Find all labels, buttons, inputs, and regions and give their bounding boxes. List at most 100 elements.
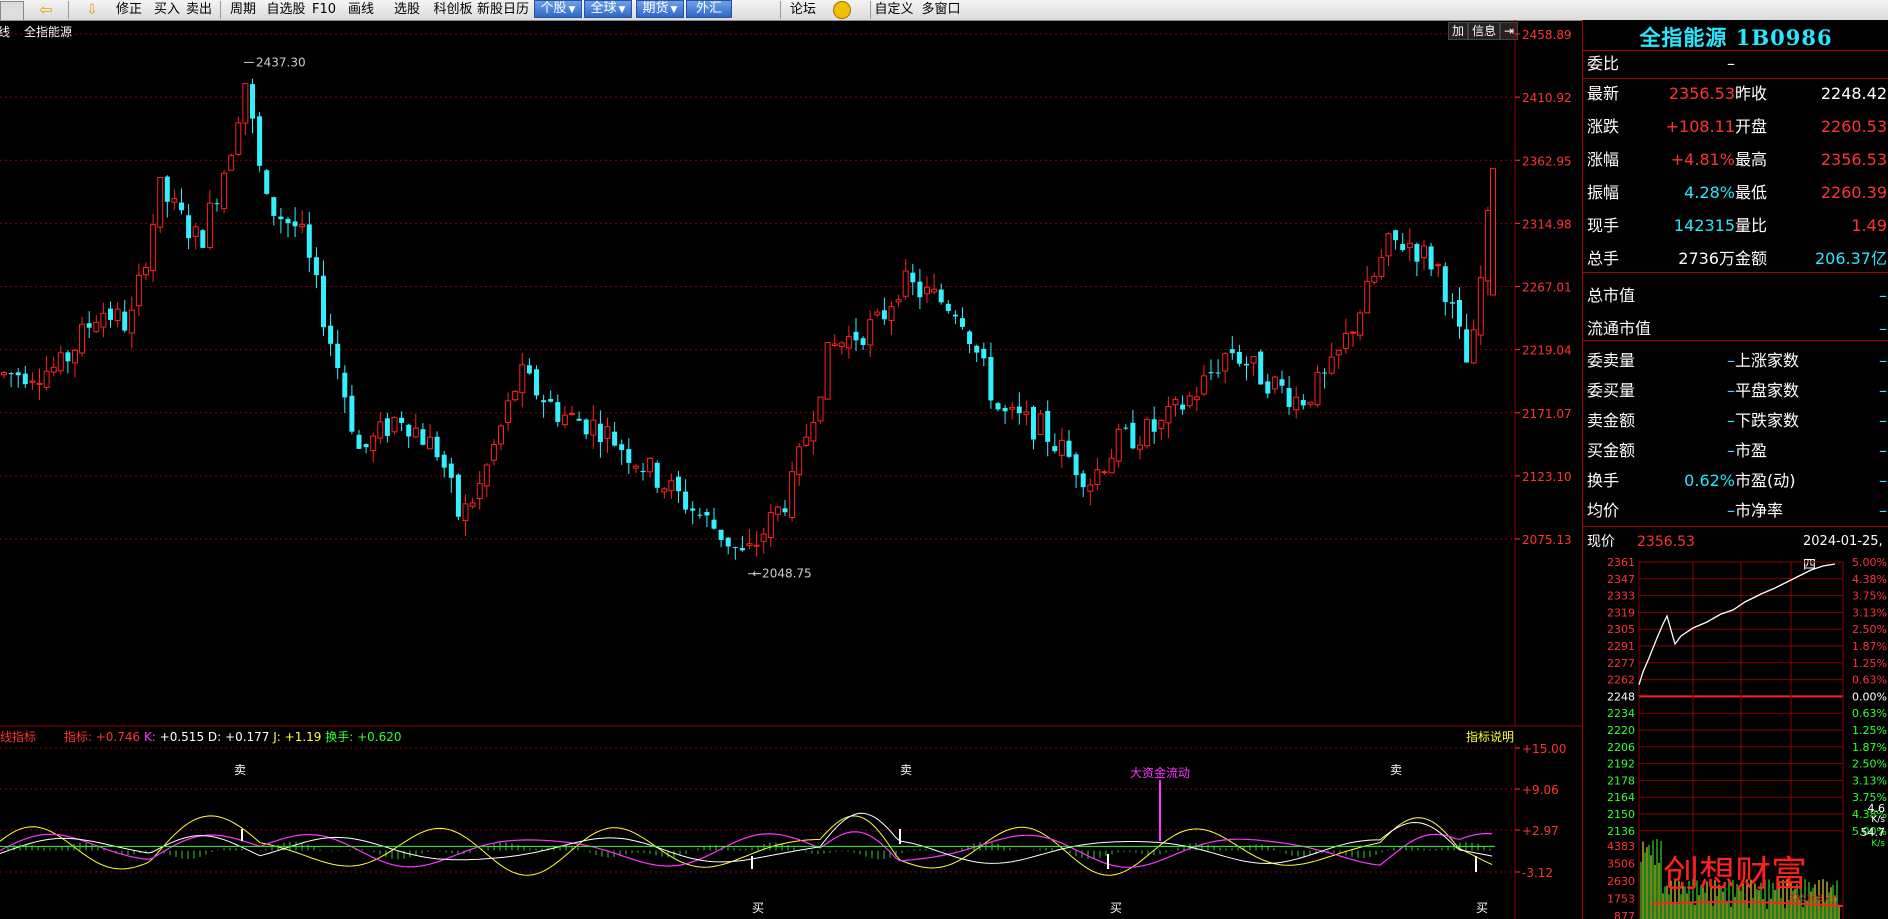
candle-body-up	[1328, 356, 1335, 374]
candle-body-down	[1286, 388, 1292, 407]
indicator-value: +0.515	[159, 730, 208, 744]
candle-body-down	[541, 400, 547, 403]
back-arrow-icon[interactable]: ⇦	[32, 1, 60, 19]
candle-body-down	[200, 230, 206, 248]
indicator-value: +0.177	[225, 730, 274, 744]
quote-value: 142315	[1673, 216, 1735, 235]
toolbar-sell-button[interactable]: 卖出	[184, 1, 214, 19]
mini-right-tick: 2.50%	[1852, 758, 1887, 771]
toolbar-forum-button[interactable]: 论坛	[788, 1, 818, 19]
mini-left-tick: 2361	[1607, 556, 1635, 569]
candle-body-down	[1073, 454, 1079, 476]
candle-body-down	[704, 512, 710, 516]
toolbar-custom-button[interactable]: 自定义	[874, 1, 914, 19]
mini-left-tick: 2164	[1607, 791, 1635, 804]
candle-body-up	[824, 342, 831, 400]
candle-body-up	[1421, 245, 1427, 259]
candle-body-up	[1477, 277, 1484, 336]
candle-body-up	[1385, 233, 1392, 257]
mini-right-tick: 3.75%	[1852, 590, 1887, 603]
down-arrow-icon[interactable]: ⇩	[78, 1, 106, 19]
candle-body-down	[945, 303, 951, 311]
candle-body-up	[604, 426, 611, 439]
candle-body-up	[512, 390, 519, 401]
mini-left-tick: 2206	[1607, 741, 1635, 754]
candle-body-up	[1108, 457, 1115, 474]
candle-body-down	[732, 547, 738, 549]
intraday-chart[interactable]: 2361 5.00% 2347 4.38% 2333 3.75% 2319 3.13% 2305…	[1583, 554, 1888, 919]
stat-value: –	[1879, 441, 1887, 460]
stat-label: 下跌家数	[1735, 411, 1800, 430]
quote-label: 涨幅	[1587, 150, 1620, 169]
y-axis-label: 2410.92	[1522, 91, 1572, 105]
quote-label: 涨跌	[1587, 117, 1620, 136]
y-axis-label: 2123.10	[1522, 470, 1572, 484]
stat-value: –	[1879, 351, 1887, 370]
toolbar-left-button[interactable]	[0, 1, 24, 21]
candle-body-down	[448, 463, 454, 478]
dropdown-futures[interactable]: 期货 ▼	[636, 0, 684, 18]
toolbar-watchlist-button[interactable]: 自选股	[266, 1, 306, 19]
candle-body-down	[1215, 372, 1221, 374]
candle-body-up	[838, 342, 845, 348]
candle-body-up	[895, 299, 902, 303]
candle-body-down	[384, 418, 390, 436]
quote-value: 2356.53	[1820, 150, 1887, 169]
candle-body-down	[250, 84, 255, 119]
candle-body-down	[995, 403, 1001, 410]
watermark-logo: 创想财富	[1663, 854, 1807, 895]
candle-body-down	[441, 454, 447, 468]
indicator-help-link[interactable]: 指标说明	[1466, 728, 1514, 745]
y-axis-label: 2362.95	[1522, 154, 1572, 168]
candle-body-down	[86, 323, 92, 328]
candle-body-up	[483, 464, 490, 487]
candle-body-up	[874, 311, 881, 316]
toolbar-star-market-button[interactable]: 科创板	[432, 1, 474, 19]
candle-body-down	[1151, 419, 1157, 432]
mini-left-tick: 2319	[1607, 606, 1635, 619]
candle-body-down	[860, 338, 866, 345]
candle-body-up	[760, 533, 767, 542]
toolbar-screener-button[interactable]: 选股	[392, 1, 422, 19]
toolbar-draw-button[interactable]: 画线	[346, 1, 376, 19]
candle-body-up	[469, 502, 476, 507]
candle-body-up	[668, 480, 675, 492]
toolbar-ipo-calendar-button[interactable]: 新股日历	[476, 1, 530, 19]
candle-body-up	[235, 122, 242, 155]
candle-body-up	[1009, 406, 1016, 410]
ind-y-axis-label: -3.12	[1522, 866, 1553, 880]
dropdown-global[interactable]: 全球 ▼	[584, 0, 632, 18]
toolbar: ⇦ ⇩ 修正 买入 卖出 周期 自选股 F10 画线 选股 科创板 新股日历 个…	[0, 0, 1888, 21]
toolbar-buy-button[interactable]: 买入	[152, 1, 182, 19]
smiley-icon[interactable]	[826, 1, 858, 19]
candle-body-up	[590, 419, 597, 436]
toolbar-multiwindow-button[interactable]: 多窗口	[920, 1, 962, 19]
indicator-chart[interactable]: +15.00 +9.06 +2.97 -3.12 卖 卖 卖买 买 买 大资金流动	[0, 744, 1582, 919]
candle-body-up	[1172, 399, 1179, 406]
toolbar-period-button[interactable]: 周期	[228, 1, 258, 19]
toolbar-f10-button[interactable]: F10	[312, 1, 336, 19]
buy-signal: 买	[1110, 901, 1122, 915]
candle-body-down	[186, 215, 192, 239]
candle-body-up	[1342, 332, 1349, 349]
buy-signal: 买	[752, 901, 764, 915]
candle-body-down	[356, 434, 362, 449]
candle-body-up	[867, 319, 874, 346]
candle-body-down	[910, 272, 916, 283]
toolbar-fix-button[interactable]: 修正	[114, 1, 144, 19]
candle-body-up	[171, 198, 178, 203]
mini-left-tick: 2333	[1607, 590, 1635, 603]
candle-body-up	[561, 414, 568, 426]
dropdown-stock[interactable]: 个股 ▼	[534, 0, 582, 18]
candlestick-chart[interactable]: 2458.89 2410.92 2362.95 2314.98 2267.01 2219.…	[0, 20, 1582, 727]
quote-value: 4.28%	[1684, 183, 1735, 202]
mini-date: 2024-01-25,四	[1803, 534, 1883, 573]
candle-body-up	[150, 224, 157, 271]
dropdown-forex[interactable]: 外汇	[686, 0, 732, 18]
candle-body-down	[257, 116, 263, 166]
candle-body-up	[370, 435, 377, 452]
indicator-value: +0.746	[95, 730, 144, 744]
ind-j-line	[0, 815, 1493, 876]
candle-body-down	[1123, 427, 1129, 429]
mini-right-tick: 1.87%	[1852, 640, 1887, 653]
